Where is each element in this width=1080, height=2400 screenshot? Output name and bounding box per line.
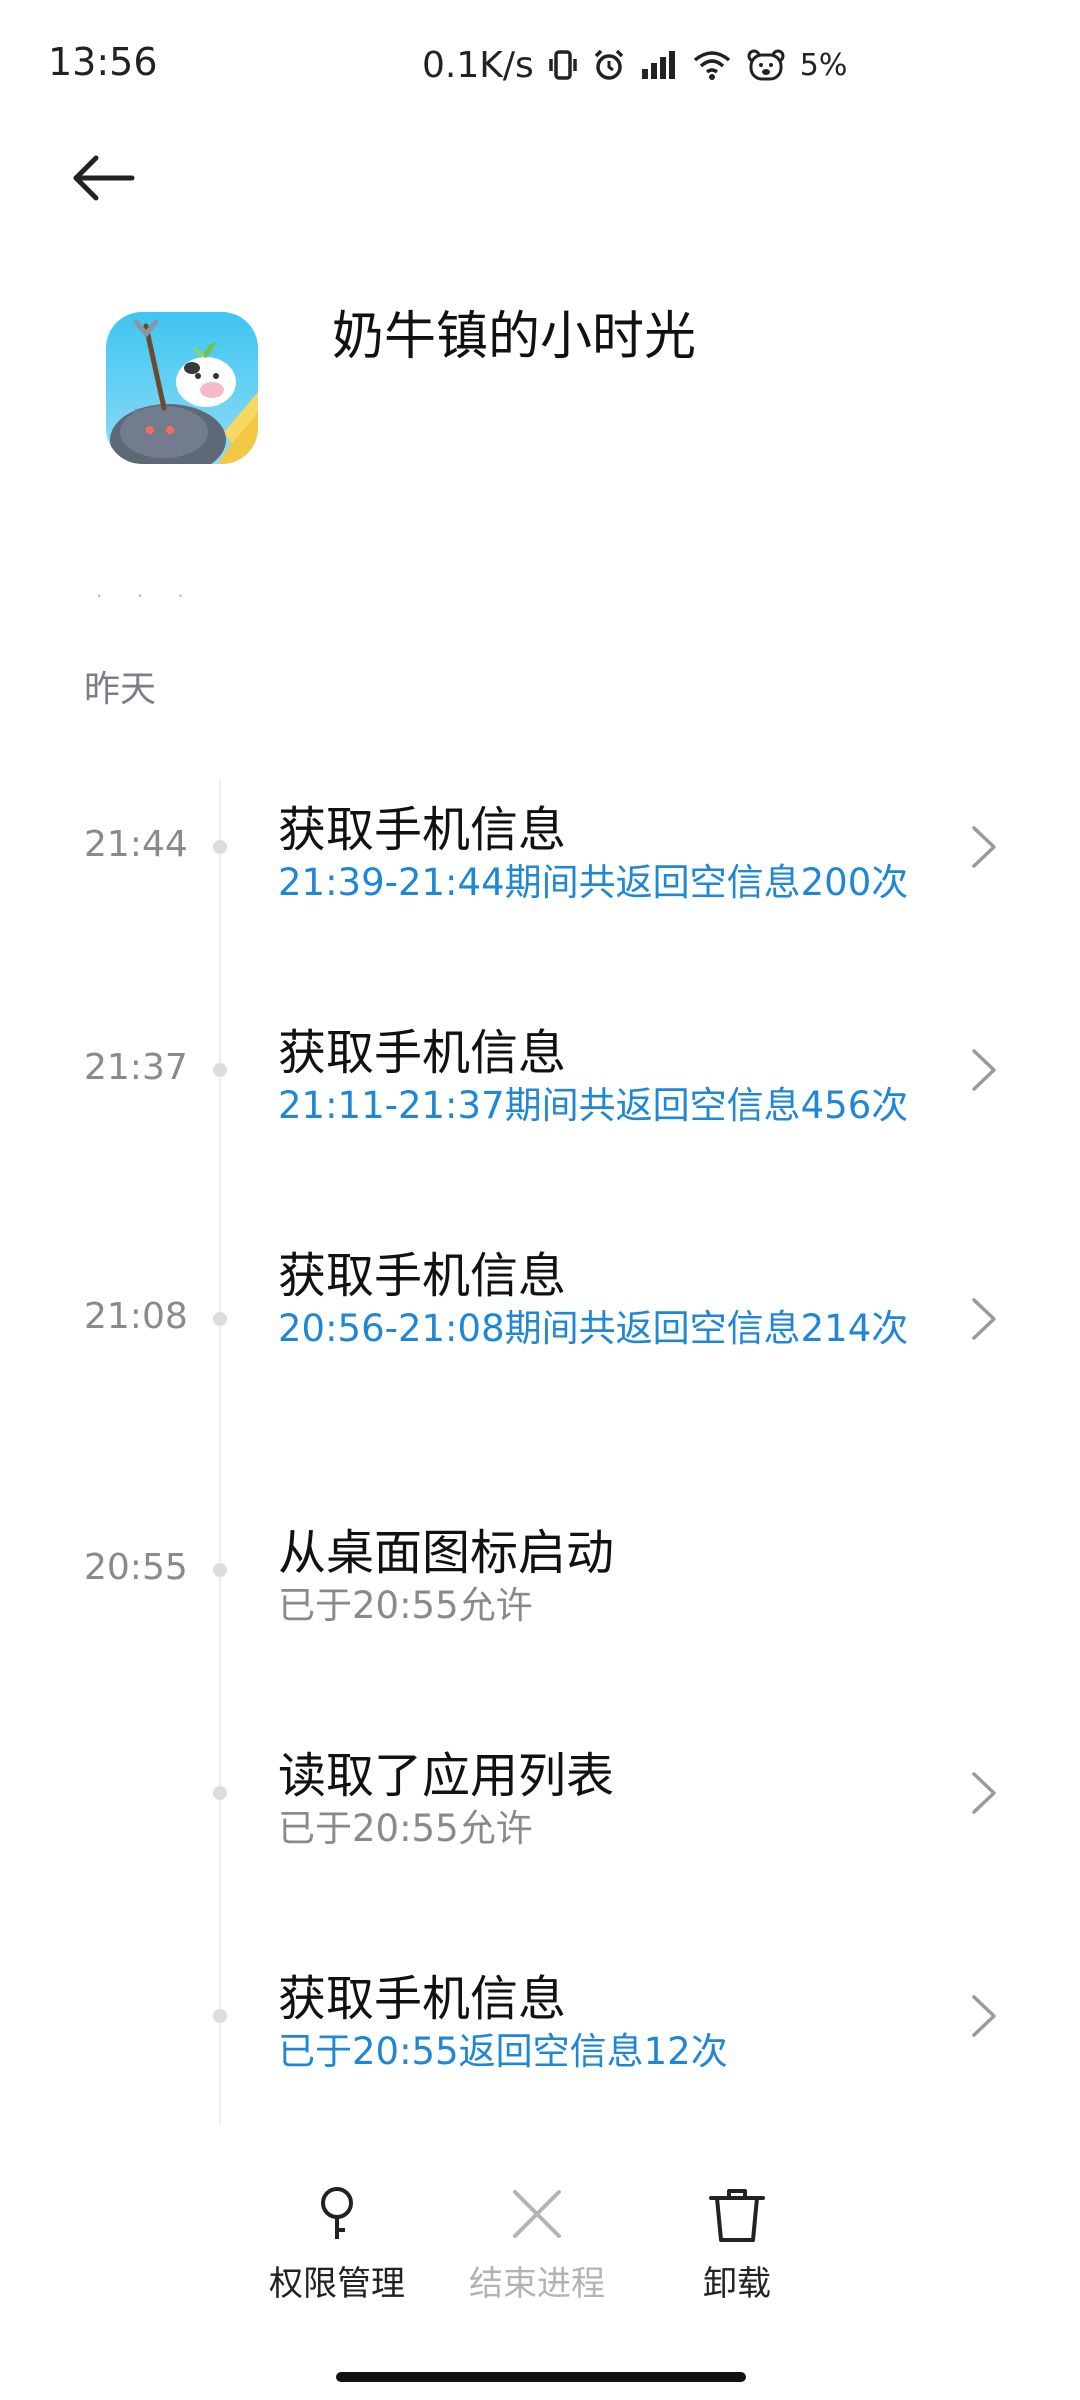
timeline-dot [213,1786,227,1800]
permissions-label: 权限管理 [269,2264,405,2304]
timeline-dot [213,1563,227,1577]
timeline-dot [213,2009,227,2023]
network-speed: 0.1K/s [422,44,534,86]
timeline-dot [213,1063,227,1077]
event-subtitle: 已于20:55允许 [278,1584,533,1627]
event-subtitle: 21:39-21:44期间共返回空信息200次 [278,861,909,904]
uninstall-button[interactable]: 卸载 [652,2170,822,2320]
more-indicator: · · · [96,584,198,608]
bottom-action-bar: 权限管理 结束进程 卸载 [0,2170,1080,2320]
status-indicators: 0.1K/s 5% [422,40,847,90]
timeline-event[interactable]: 获取手机信息 已于20:55返回空信息12次 [0,1949,1080,2099]
event-subtitle: 21:11-21:37期间共返回空信息456次 [278,1084,909,1127]
battery-level: 5% [799,47,848,83]
uninstall-label: 卸载 [703,2264,771,2304]
chevron-right-icon [966,1294,1002,1344]
section-label-yesterday: 昨天 [84,669,157,710]
event-title: 读取了应用列表 [278,1748,615,1804]
app-usage-record-screen: 13:56 0.1K/s 5% 奶牛镇的小时光 · · · 昨天 21:44 获… [0,0,1080,2400]
event-time: 20:55 [84,1547,188,1588]
chevron-right-icon [966,1991,1002,2041]
chevron-right-icon [966,1768,1002,1818]
chevron-right-icon [966,1045,1002,1095]
timeline-event: 20:55 从桌面图标启动 已于20:55允许 [0,1503,1080,1653]
event-title: 获取手机信息 [278,1971,567,2027]
end-process-label: 结束进程 [469,2264,605,2304]
status-time: 13:56 [48,40,158,84]
timeline-dot [213,1312,227,1326]
close-icon [507,2184,567,2244]
arrow-left-icon [72,155,136,205]
end-process-button[interactable]: 结束进程 [452,2170,622,2320]
timeline-line [219,780,221,2125]
wifi-icon [692,49,732,81]
timeline-event[interactable]: 21:08 获取手机信息 20:56-21:08期间共返回空信息214次 [0,1226,1080,1436]
app-name: 奶牛镇的小时光 [332,307,697,367]
vibrate-icon [548,48,578,82]
event-time: 21:37 [84,1047,188,1088]
event-subtitle: 已于20:55允许 [278,1807,533,1850]
bear-icon [746,48,786,82]
event-title: 获取手机信息 [278,1248,567,1304]
timeline-event[interactable]: 读取了应用列表 已于20:55允许 [0,1726,1080,1876]
event-title: 获取手机信息 [278,802,567,858]
app-icon [106,312,258,464]
event-title: 从桌面图标启动 [278,1525,615,1581]
timeline-event[interactable]: 21:37 获取手机信息 21:11-21:37期间共返回空信息456次 [0,1003,1080,1153]
event-time: 21:08 [84,1296,188,1337]
signal-icon [640,49,678,81]
event-subtitle: 20:56-21:08期间共返回空信息214次 [278,1307,909,1350]
trash-icon [707,2184,767,2244]
event-time: 21:44 [84,824,188,865]
permissions-button[interactable]: 权限管理 [252,2170,422,2320]
chevron-right-icon [966,822,1002,872]
key-icon [307,2184,367,2244]
timeline-dot [213,840,227,854]
event-title: 获取手机信息 [278,1025,567,1081]
home-indicator[interactable] [336,2372,746,2382]
back-button[interactable] [72,140,162,220]
event-subtitle: 已于20:55返回空信息12次 [278,2030,728,2073]
status-bar: 13:56 0.1K/s 5% [0,0,1080,120]
alarm-icon [592,48,626,82]
timeline-event[interactable]: 21:44 获取手机信息 21:39-21:44期间共返回空信息200次 [0,780,1080,930]
